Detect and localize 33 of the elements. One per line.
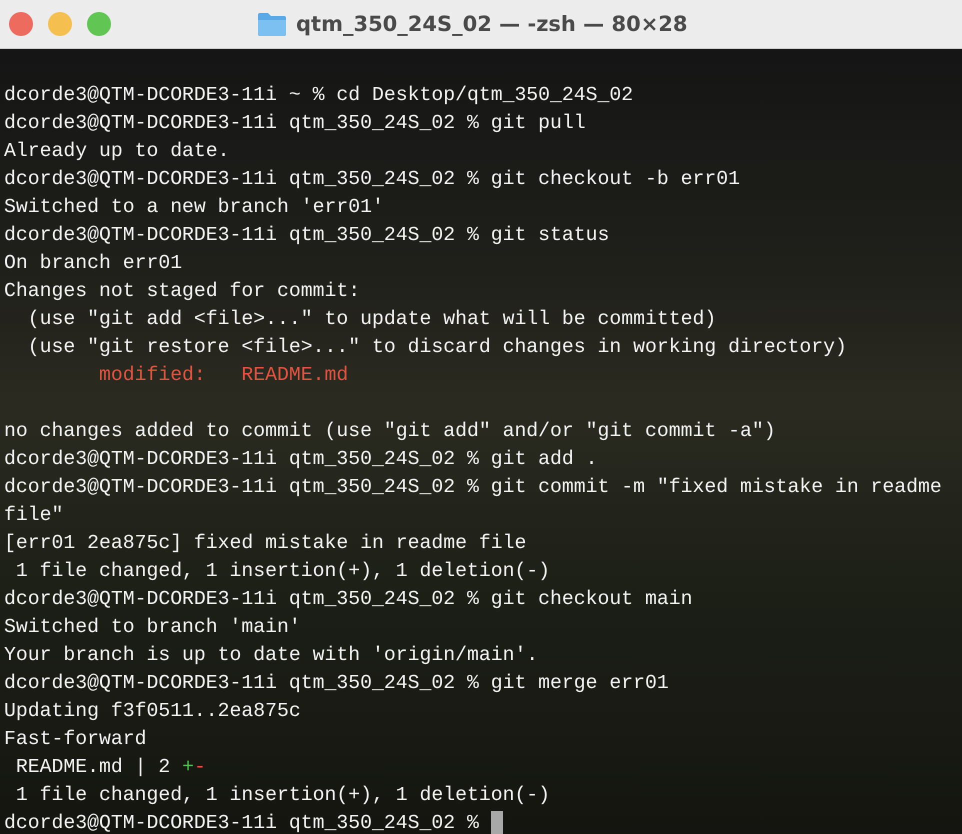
terminal-text: dcorde3@QTM-DCORDE3-11i qtm_350_24S_02 % git status	[4, 223, 610, 248]
terminal-text: dcorde3@QTM-DCORDE3-11i qtm_350_24S_02 % git merge err01	[4, 671, 669, 696]
terminal-text: [err01 2ea875c] fixed mistake in readme file	[4, 531, 526, 556]
diff-removed-text: modified: README.md	[98, 363, 348, 388]
terminal-text: dcorde3@QTM-DCORDE3-11i qtm_350_24S_02 % git add .	[4, 447, 598, 472]
terminal-text: dcorde3@QTM-DCORDE3-11i qtm_350_24S_02 %	[4, 811, 480, 834]
terminal-text: 1 file changed, 1 insertion(+), 1 deletion(-)	[14, 559, 550, 584]
terminal-text: 1 file changed, 1 insertion(+), 1 deletion(-)	[14, 783, 550, 808]
terminal-text: Your branch is up to date with 'origin/main'.	[4, 643, 538, 668]
terminal-text: dcorde3@QTM-DCORDE3-11i qtm_350_24S_02 % git checkout main	[4, 587, 692, 612]
terminal-text: Switched to branch 'main'	[4, 615, 301, 640]
terminal-text: (use "git add <file>..." to update what will be committed)	[26, 307, 716, 332]
terminal-text: Switched to a new branch 'err01'	[4, 195, 384, 220]
terminal-text: no changes added to commit (use "git add" and/or "git commit -a")	[4, 419, 776, 444]
zoom-button[interactable]	[87, 12, 111, 36]
terminal-text: (use "git restore <file>..." to discard changes in working directory)	[26, 335, 847, 360]
terminal-text: dcorde3@QTM-DCORDE3-11i qtm_350_24S_02 % git pull	[4, 111, 586, 136]
diff-removed-text: -	[194, 755, 206, 780]
close-button[interactable]	[9, 12, 33, 36]
terminal-text: Already up to date.	[4, 139, 230, 164]
diff-added-text: +	[182, 755, 194, 780]
window-title: qtm_350_24S_02 — -zsh — 80×28	[296, 12, 688, 36]
terminal-text: On branch err01	[4, 251, 182, 276]
terminal-text: README.md | 2	[14, 755, 172, 780]
terminal-text: Fast-forward	[4, 727, 146, 752]
terminal-text: Updating f3f0511..2ea875c	[4, 699, 301, 724]
terminal-text: dcorde3@QTM-DCORDE3-11i ~ % cd Desktop/qtm_350_24S_02	[4, 83, 634, 108]
folder-icon	[257, 11, 287, 37]
minimize-button[interactable]	[48, 12, 72, 36]
terminal-text: Changes not staged for commit:	[4, 279, 360, 304]
terminal-text: dcorde3@QTM-DCORDE3-11i qtm_350_24S_02 % git commit -m "fixed mistake in readme	[4, 475, 942, 500]
terminal-text: file"	[4, 503, 64, 528]
terminal-text: dcorde3@QTM-DCORDE3-11i qtm_350_24S_02 % git checkout -b err01	[4, 167, 740, 192]
